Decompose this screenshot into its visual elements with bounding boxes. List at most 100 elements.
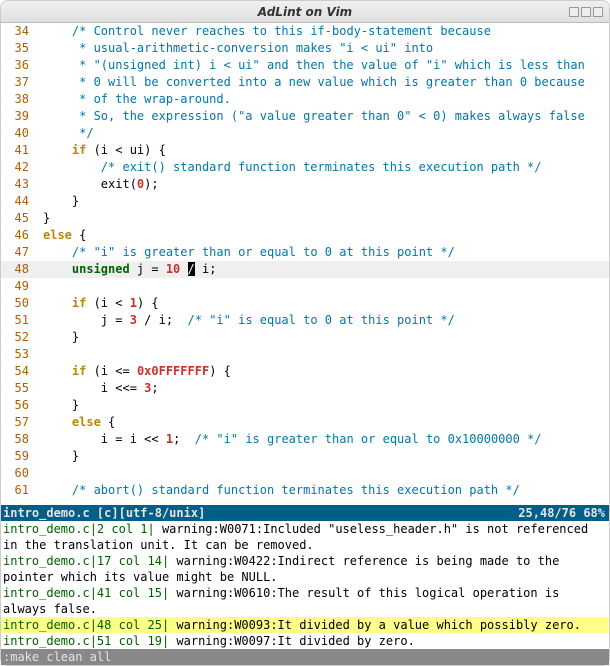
code-text: * 0 will be converted into a new value w… [43, 74, 609, 91]
code-line[interactable]: 59 } [1, 448, 609, 465]
code-text: * "(unsigned int) i < ui" and then the v… [43, 57, 609, 74]
line-number: 46 [1, 227, 43, 244]
code-text: } [43, 329, 609, 346]
code-text: /* Control never reaches to this if-body… [43, 23, 609, 40]
quickfix-message: warning:W0093:It divided by a value whic… [169, 618, 581, 632]
code-text: /* exit() standard function terminates t… [43, 159, 609, 176]
line-number: 57 [1, 414, 43, 431]
code-line[interactable]: 43 exit(0); [1, 176, 609, 193]
line-number: 60 [1, 465, 43, 482]
line-number: 58 [1, 431, 43, 448]
code-text: exit(0); [43, 176, 609, 193]
code-line[interactable]: 49 [1, 278, 609, 295]
line-number: 49 [1, 278, 43, 295]
status-left: intro_demo.c [c][utf-8/unix] [1, 505, 518, 521]
code-text: * So, the expression ("a value greater t… [43, 108, 609, 125]
line-number: 55 [1, 380, 43, 397]
code-line[interactable]: 47 /* "i" is greater than or equal to 0 … [1, 244, 609, 261]
code-line[interactable]: 39 * So, the expression ("a value greate… [1, 108, 609, 125]
code-text: i = i << 1; /* "i" is greater than or eq… [43, 431, 609, 448]
close-button[interactable] [593, 7, 603, 17]
line-number: 54 [1, 363, 43, 380]
window-title: AdLint on Vim [258, 5, 352, 19]
code-text: * usual-arithmetic-conversion makes "i <… [43, 40, 609, 57]
code-text [43, 278, 609, 295]
quickfix-entry[interactable]: intro_demo.c|48 col 25| warning:W0093:It… [1, 617, 609, 633]
code-line[interactable]: 44 } [1, 193, 609, 210]
code-text: unsigned j = 10 / i; [43, 261, 609, 278]
code-line[interactable]: 48 unsigned j = 10 / i; [1, 261, 609, 278]
quickfix-entry[interactable]: intro_demo.c|2 col 1| warning:W0071:Incl… [1, 521, 609, 553]
line-number: 34 [1, 23, 43, 40]
code-text: i <<= 3; [43, 380, 609, 397]
line-number: 40 [1, 125, 43, 142]
line-number: 43 [1, 176, 43, 193]
code-line[interactable]: 42 /* exit() standard function terminate… [1, 159, 609, 176]
window-titlebar: AdLint on Vim [1, 1, 609, 23]
vim-editor: 34 /* Control never reaches to this if-b… [1, 23, 609, 665]
code-text: } [43, 210, 609, 227]
quickfix-message: warning:W0097:It divided by zero. [169, 634, 415, 648]
status-line: intro_demo.c [c][utf-8/unix] 25,48/76 68… [1, 505, 609, 521]
quickfix-location: intro_demo.c|2 col 1| [3, 522, 155, 536]
code-line[interactable]: 45} [1, 210, 609, 227]
code-line[interactable]: 46else { [1, 227, 609, 244]
code-line[interactable]: 37 * 0 will be converted into a new valu… [1, 74, 609, 91]
line-number: 45 [1, 210, 43, 227]
line-number: 61 [1, 482, 43, 499]
code-line[interactable]: 35 * usual-arithmetic-conversion makes "… [1, 40, 609, 57]
code-text: /* abort() standard function terminates … [43, 482, 609, 499]
code-area[interactable]: 34 /* Control never reaches to this if-b… [1, 23, 609, 505]
line-number: 35 [1, 40, 43, 57]
code-text: */ [43, 125, 609, 142]
quickfix-entry[interactable]: intro_demo.c|51 col 19| warning:W0097:It… [1, 633, 609, 649]
code-line[interactable]: 36 * "(unsigned int) i < ui" and then th… [1, 57, 609, 74]
code-line[interactable]: 56 } [1, 397, 609, 414]
line-number: 50 [1, 295, 43, 312]
code-line[interactable]: 38 * of the wrap-around. [1, 91, 609, 108]
code-line[interactable]: 52 } [1, 329, 609, 346]
code-line[interactable]: 55 i <<= 3; [1, 380, 609, 397]
quickfix-entry[interactable]: intro_demo.c|17 col 14| warning:W0422:In… [1, 553, 609, 585]
maximize-button[interactable] [581, 7, 591, 17]
code-text: /* "i" is greater than or equal to 0 at … [43, 244, 609, 261]
code-text [43, 346, 609, 363]
code-line[interactable]: 41 if (i < ui) { [1, 142, 609, 159]
minimize-button[interactable] [569, 7, 579, 17]
code-line[interactable]: 54 if (i <= 0x0FFFFFFF) { [1, 363, 609, 380]
code-line[interactable]: 57 else { [1, 414, 609, 431]
line-number: 39 [1, 108, 43, 125]
code-line[interactable]: 61 /* abort() standard function terminat… [1, 482, 609, 499]
code-text: } [43, 193, 609, 210]
command-line[interactable]: :make clean all [1, 649, 609, 665]
code-line[interactable]: 58 i = i << 1; /* "i" is greater than or… [1, 431, 609, 448]
code-text: else { [43, 414, 609, 431]
line-number: 41 [1, 142, 43, 159]
quickfix-entry[interactable]: intro_demo.c|41 col 15| warning:W0610:Th… [1, 585, 609, 617]
quickfix-location: intro_demo.c|41 col 15| [3, 586, 169, 600]
quickfix-list[interactable]: intro_demo.c|2 col 1| warning:W0071:Incl… [1, 521, 609, 649]
line-number: 37 [1, 74, 43, 91]
code-line[interactable]: 40 */ [1, 125, 609, 142]
status-right: 25,48/76 68% [518, 505, 609, 521]
line-number: 44 [1, 193, 43, 210]
code-line[interactable]: 50 if (i < 1) { [1, 295, 609, 312]
line-number: 53 [1, 346, 43, 363]
line-number: 36 [1, 57, 43, 74]
quickfix-location: intro_demo.c|17 col 14| [3, 554, 169, 568]
code-text: j = 3 / i; /* "i" is equal to 0 at this … [43, 312, 609, 329]
code-line[interactable]: 60 [1, 465, 609, 482]
code-text: else { [43, 227, 609, 244]
code-line[interactable]: 53 [1, 346, 609, 363]
line-number: 38 [1, 91, 43, 108]
window-buttons [569, 7, 603, 17]
quickfix-location: intro_demo.c|51 col 19| [3, 634, 169, 648]
code-text: if (i < 1) { [43, 295, 609, 312]
code-text: } [43, 448, 609, 465]
code-line[interactable]: 34 /* Control never reaches to this if-b… [1, 23, 609, 40]
code-line[interactable]: 51 j = 3 / i; /* "i" is equal to 0 at th… [1, 312, 609, 329]
line-number: 47 [1, 244, 43, 261]
code-text: } [43, 397, 609, 414]
code-text [43, 465, 609, 482]
quickfix-location: intro_demo.c|48 col 25| [3, 618, 169, 632]
